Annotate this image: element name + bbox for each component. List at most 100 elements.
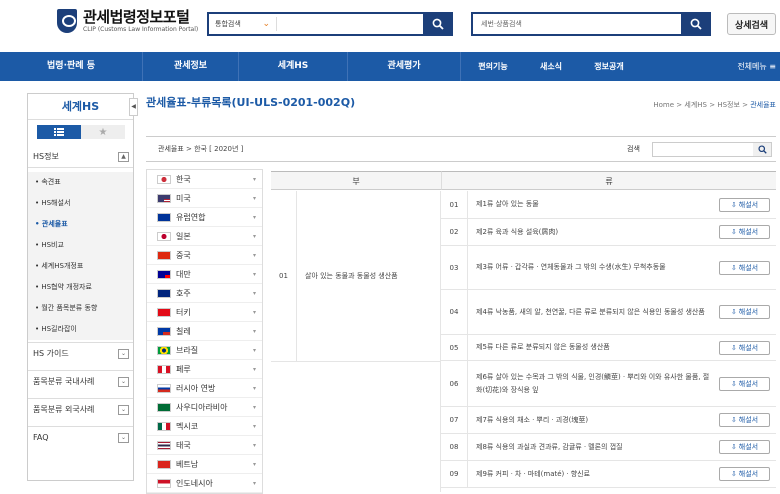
- commentary-button[interactable]: ⇩ 해설서: [719, 376, 770, 391]
- logo-title: 관세법령정보포털: [83, 7, 190, 26]
- detail-search-button[interactable]: 상세검색: [727, 13, 776, 35]
- table-row: 09 제9류 커피ㆍ차ㆍ마테(maté)ㆍ향신료 ⇩ 해설서: [441, 461, 776, 488]
- search-type-select[interactable]: 통합검색 ⌄: [209, 17, 277, 31]
- chevron-down-icon: ▾: [252, 479, 256, 487]
- country-name: 태국: [176, 440, 191, 450]
- country-item[interactable]: 베트남 ▾: [147, 455, 262, 474]
- country-item[interactable]: 미국 ▾: [147, 189, 262, 208]
- chevron-down-icon[interactable]: ⌄: [118, 432, 129, 443]
- all-menu-button[interactable]: 전체메뉴 ≡: [737, 52, 776, 81]
- commentary-button[interactable]: ⇩ 해설서: [719, 305, 770, 319]
- item-search-input[interactable]: 세번·상품검색: [473, 19, 681, 29]
- sidebar-title: 세계HS: [28, 94, 133, 120]
- country-item[interactable]: 터키 ▾: [147, 303, 262, 322]
- sidebar-section-faq[interactable]: FAQ ⌄: [28, 426, 133, 448]
- chapter-name[interactable]: 제2류 육과 식용 설육(屑肉): [468, 226, 719, 239]
- chapter-name[interactable]: 제9류 커피ㆍ차ㆍ마테(maté)ㆍ향신료: [468, 468, 719, 481]
- commentary-button[interactable]: ⇩ 해설서: [719, 440, 770, 454]
- chapter-name[interactable]: 제5류 다른 류로 분류되지 않은 동물성 생산품: [468, 341, 719, 354]
- country-item[interactable]: 브라질 ▾: [147, 341, 262, 360]
- sidebar-item-hs-guide[interactable]: • HS길라잡이: [28, 319, 133, 340]
- country-item[interactable]: 칠레 ▾: [147, 322, 262, 341]
- chevron-down-icon[interactable]: ⌄: [118, 404, 129, 415]
- sidebar-section-domestic-cases[interactable]: 품목분류 국내사례 ⌄: [28, 370, 133, 392]
- nav-world-hs[interactable]: 세계HS: [239, 52, 347, 81]
- nav-customs-valuation[interactable]: 관세평가: [348, 52, 460, 81]
- chapter-name[interactable]: 제7류 식용의 채소ㆍ뿌리ㆍ괴경(塊莖): [468, 414, 719, 427]
- download-icon: ⇩: [730, 200, 737, 209]
- country-item[interactable]: 멕시코 ▾: [147, 417, 262, 436]
- section-label: HS 가이드: [33, 349, 69, 358]
- chevron-down-icon: ▾: [252, 213, 256, 221]
- chapter-name[interactable]: 제6류 살아 있는 수목과 그 밖의 식물, 인경(鱗莖)ㆍ뿌리와 이와 유사한…: [468, 371, 719, 397]
- chevron-down-icon: ▾: [252, 460, 256, 468]
- section-label: FAQ: [33, 433, 49, 442]
- chevron-down-icon: ▾: [252, 308, 256, 316]
- download-icon: ⇩: [730, 228, 737, 236]
- country-item[interactable]: 페루 ▾: [147, 360, 262, 379]
- nav-info-disclosure[interactable]: 정보공개: [577, 52, 641, 81]
- commentary-button-label: 해설서: [738, 443, 759, 451]
- chevron-down-icon: ▾: [252, 365, 256, 373]
- commentary-button[interactable]: ⇩ 해설서: [719, 340, 770, 355]
- table-row: 02 제2류 육과 식용 설육(屑肉) ⇩ 해설서: [441, 219, 776, 246]
- country-item[interactable]: 호주 ▾: [147, 284, 262, 303]
- integrated-search-button[interactable]: [423, 12, 453, 36]
- collapse-up-icon[interactable]: ▲: [118, 151, 129, 162]
- sidebar-section-foreign-cases[interactable]: 품목분류 외국사례 ⌄: [28, 398, 133, 420]
- chevron-down-icon: ▾: [252, 251, 256, 259]
- commentary-button[interactable]: ⇩ 해설서: [719, 260, 770, 275]
- sidebar-item-world-hs-revision[interactable]: • 세계HS개정표: [28, 256, 133, 277]
- nav-convenience[interactable]: 편의기능: [461, 52, 525, 81]
- commentary-button[interactable]: ⇩ 해설서: [719, 225, 770, 239]
- country-name: 호주: [176, 288, 191, 298]
- sidebar-item-tariff-schedule[interactable]: • 관세율표: [28, 214, 133, 235]
- chapter-number: 02: [441, 219, 468, 245]
- country-item[interactable]: 유럽연합 ▾: [147, 208, 262, 227]
- country-item[interactable]: 러시아 연방 ▾: [147, 379, 262, 398]
- item-search-button[interactable]: [681, 12, 711, 36]
- country-item[interactable]: 대만 ▾: [147, 265, 262, 284]
- sidebar-item-monthly-trends[interactable]: • 월간 품목분류 동향: [28, 298, 133, 319]
- star-icon: ★: [98, 126, 108, 138]
- flag-icon: [157, 459, 171, 469]
- favorites-tab[interactable]: ★: [81, 125, 125, 139]
- country-item[interactable]: 일본 ▾: [147, 227, 262, 246]
- breadcrumb-world-hs[interactable]: 세계HS: [684, 101, 707, 109]
- commentary-button[interactable]: ⇩ 해설서: [719, 197, 770, 212]
- table-row: 04 제4류 낙농품, 새의 알, 천연꿀, 다른 류로 분류되지 않은 식용인 …: [441, 290, 776, 335]
- list-view-tab[interactable]: [37, 125, 81, 139]
- sidebar-item-hs-convention[interactable]: • HS협약 개정자료: [28, 277, 133, 298]
- commentary-button[interactable]: ⇩ 해설서: [719, 413, 770, 427]
- commentary-button-label: 해설서: [738, 308, 759, 316]
- country-item[interactable]: 인도네시아 ▾: [147, 474, 262, 493]
- site-logo[interactable]: 관세법령정보포털 CLIP (Customs Law Information P…: [57, 9, 198, 33]
- country-item[interactable]: 중국 ▾: [147, 246, 262, 265]
- chapter-number: 07: [441, 407, 468, 433]
- chevron-down-icon[interactable]: ⌄: [118, 348, 129, 359]
- sidebar-section-hs-info[interactable]: HS정보 ▲: [28, 146, 133, 168]
- chapter-name[interactable]: 제3류 어류ㆍ갑각류ㆍ연체동물과 그 밖의 수생(水生) 무척추동물: [468, 261, 719, 274]
- chapter-name[interactable]: 제4류 낙농품, 새의 알, 천연꿀, 다른 류로 분류되지 않은 식용인 동물…: [468, 306, 719, 319]
- sidebar-section-hs-guide[interactable]: HS 가이드 ⌄: [28, 342, 133, 364]
- nav-customs-info[interactable]: 관세정보: [143, 52, 238, 81]
- nav-law-cases[interactable]: 법령·판례 등: [0, 52, 142, 81]
- chapter-name[interactable]: 제8류 식용의 과실과 견과류, 감귤류ㆍ멜론의 껍질: [468, 441, 719, 454]
- table-search-button[interactable]: [753, 143, 771, 156]
- chapter-name[interactable]: 제1류 살아 있는 동물: [468, 198, 719, 211]
- sidebar-item-hs-commentary[interactable]: • HS해설서: [28, 193, 133, 214]
- chevron-down-icon[interactable]: ⌄: [118, 376, 129, 387]
- nav-news[interactable]: 새소식: [525, 52, 577, 81]
- country-item[interactable]: 사우디아라비아 ▾: [147, 398, 262, 417]
- filter-bar: 관세율표 > 한국 [ 2020년 ] 검색: [146, 136, 776, 162]
- country-item[interactable]: 태국 ▾: [147, 436, 262, 455]
- sidebar-item-hs-compare[interactable]: • HS비교: [28, 235, 133, 256]
- sidebar-collapse-button[interactable]: ◀: [129, 98, 138, 116]
- sidebar-item-quick-table[interactable]: • 속견표: [28, 172, 133, 193]
- section-name[interactable]: 살아 있는 동물과 동물성 생산품: [297, 191, 441, 361]
- breadcrumb-home[interactable]: Home: [653, 101, 674, 109]
- table-search-input[interactable]: [652, 142, 772, 157]
- commentary-button[interactable]: ⇩ 해설서: [719, 467, 770, 481]
- breadcrumb-hs-info[interactable]: HS정보: [717, 101, 740, 109]
- country-item[interactable]: 한국 ▾: [147, 170, 262, 189]
